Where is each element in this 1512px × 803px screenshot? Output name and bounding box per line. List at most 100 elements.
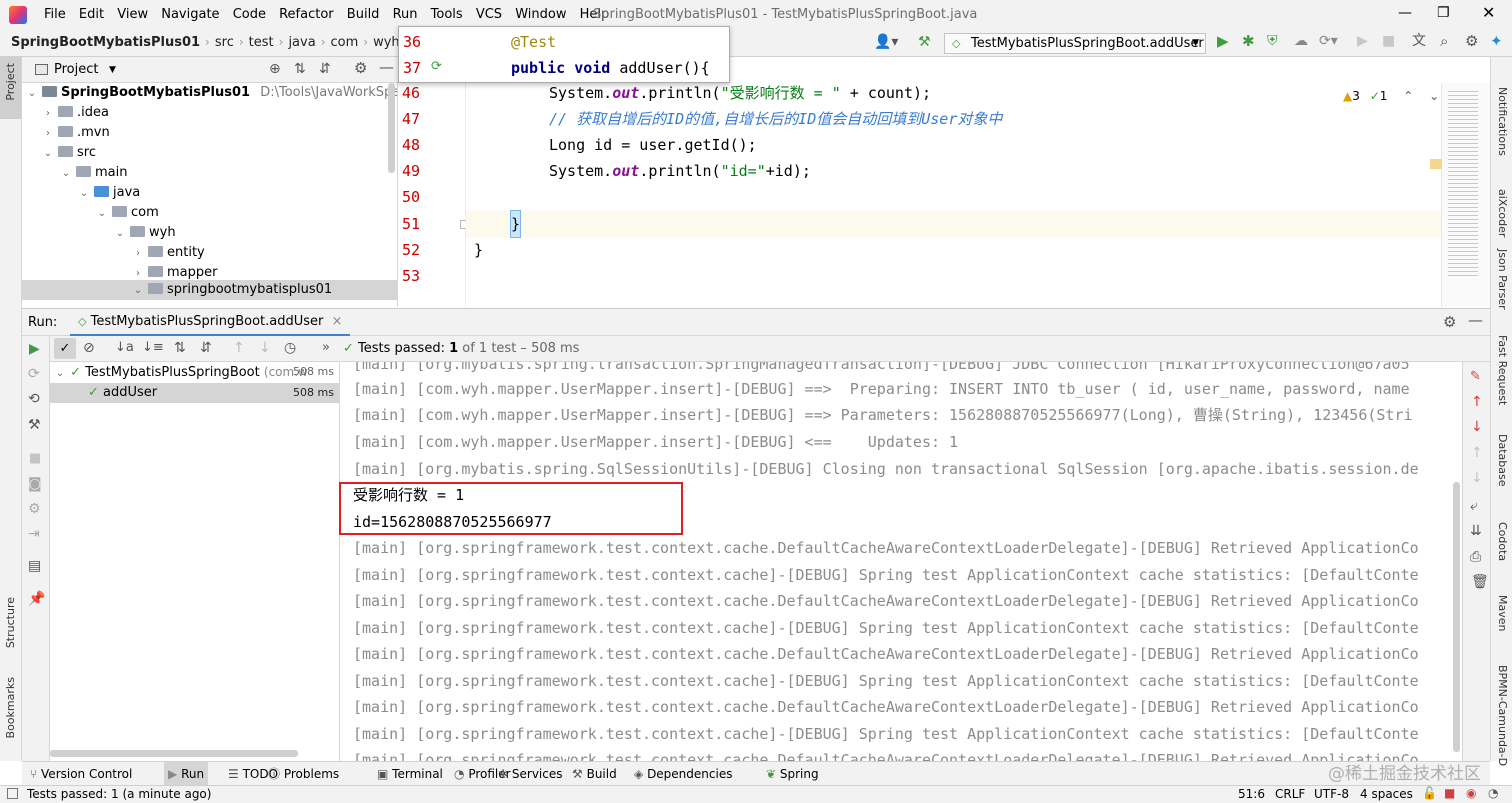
test-case-row[interactable]: ✓ addUser 508 ms bbox=[50, 383, 340, 403]
settings-icon[interactable]: ⚙ bbox=[1465, 34, 1478, 49]
maximize-icon[interactable]: ❐ bbox=[1437, 6, 1450, 20]
vertical-scrollbar[interactable] bbox=[388, 83, 395, 173]
tab-build[interactable]: ⚒ Build bbox=[572, 762, 617, 786]
menu-navigate[interactable]: Navigate bbox=[161, 0, 219, 30]
coverage-icon[interactable]: ⛨ bbox=[1267, 34, 1278, 48]
indent-setting[interactable]: 4 spaces bbox=[1360, 787, 1413, 801]
memory-icon[interactable]: ◉ bbox=[1466, 787, 1476, 799]
run-tab[interactable]: ◇ TestMybatisPlusSpringBoot.addUser × bbox=[70, 309, 351, 337]
wrench-icon[interactable]: ⚒ bbox=[28, 418, 41, 432]
caret-position[interactable]: 51:6 bbox=[1238, 787, 1265, 801]
print-icon[interactable]: ⎙ bbox=[1470, 550, 1481, 564]
tree-item-entity[interactable]: › entity bbox=[22, 243, 397, 263]
stop-icon[interactable]: ■ bbox=[29, 452, 41, 465]
camera-icon[interactable]: ◙ bbox=[28, 477, 42, 491]
tab-services[interactable]: ✲ Services bbox=[498, 762, 563, 786]
show-passed-toggle[interactable]: ✓ bbox=[54, 338, 76, 359]
stop-icon[interactable]: ■ bbox=[1382, 34, 1395, 48]
sort-duration-icon[interactable]: ↓≡ bbox=[142, 341, 164, 354]
breadcrumb-project[interactable]: SpringBootMybatisPlus01 bbox=[11, 30, 200, 56]
tree-item-src[interactable]: ⌄ src bbox=[22, 143, 397, 163]
history-icon[interactable]: ◷ bbox=[284, 341, 296, 355]
breadcrumb-java[interactable]: java bbox=[288, 30, 315, 56]
arrow-up-icon[interactable]: ↑ bbox=[233, 341, 245, 355]
breadcrumb-src[interactable]: src bbox=[215, 30, 234, 56]
arrow-down-icon[interactable]: ↓ bbox=[1471, 420, 1483, 434]
expand-all-icon[interactable]: ⇅ bbox=[294, 62, 306, 76]
locate-icon[interactable]: ⊕ bbox=[269, 62, 281, 76]
tab-run[interactable]: ▶ Run bbox=[164, 762, 209, 786]
layout-icon[interactable]: ▤ bbox=[28, 559, 41, 573]
arrow-up-icon[interactable]: ↑ bbox=[1471, 395, 1483, 409]
lock-icon[interactable]: 🔓 bbox=[1422, 787, 1437, 799]
codota-tool-tab[interactable]: Codota bbox=[1496, 522, 1509, 561]
soft-wrap-icon[interactable]: ⤶ bbox=[1470, 499, 1478, 513]
show-ignored-icon[interactable]: ⊘ bbox=[83, 341, 95, 355]
close-tab-icon[interactable]: × bbox=[332, 314, 343, 329]
user-icon[interactable]: 👤▾ bbox=[874, 35, 898, 49]
plugin-icon[interactable]: ✦ bbox=[1490, 34, 1503, 49]
structure-tool-tab[interactable]: Structure bbox=[4, 597, 17, 648]
tree-item-mvn[interactable]: › .mvn bbox=[22, 123, 397, 143]
settings-icon[interactable]: ⚙ bbox=[28, 502, 41, 516]
breadcrumb-wyh[interactable]: wyh bbox=[373, 30, 400, 56]
line-separator[interactable]: CRLF bbox=[1275, 787, 1305, 801]
run-gutter-icon[interactable]: ⟳ bbox=[431, 60, 442, 73]
arrow-down-icon[interactable]: ↓ bbox=[259, 341, 271, 355]
maven-tool-tab[interactable]: Maven bbox=[1496, 595, 1509, 631]
collapse-all-icon[interactable]: ⇵ bbox=[319, 62, 331, 76]
notification-icon[interactable]: ◔ bbox=[1488, 787, 1498, 799]
search-icon[interactable]: ⌕ bbox=[1440, 34, 1448, 49]
profiler-icon[interactable]: ☁ bbox=[1294, 34, 1308, 48]
translate-icon[interactable]: 文 bbox=[1412, 34, 1426, 48]
test-suite-row[interactable]: ⌄ ✓ TestMybatisPlusSpringBoot (com.w 508… bbox=[50, 362, 340, 382]
code-minimap[interactable] bbox=[1430, 83, 1490, 307]
pin-icon[interactable]: 📌 bbox=[28, 592, 45, 606]
clear-icon[interactable]: ✎ bbox=[1470, 370, 1481, 383]
tab-dependencies[interactable]: ◈ Dependencies bbox=[634, 762, 732, 786]
aixcoder-tool-tab[interactable]: aiXcoder bbox=[1496, 189, 1509, 237]
tab-spring[interactable]: ❦ Spring bbox=[766, 762, 819, 786]
code-editor[interactable]: System.out.println("受影响行数 = " + count); … bbox=[466, 83, 1441, 307]
breadcrumb-com[interactable]: com bbox=[331, 30, 359, 56]
console-output[interactable]: [main] [org.mybatis.spring.transaction.S… bbox=[340, 362, 1462, 761]
breadcrumb-test[interactable]: test bbox=[249, 30, 274, 56]
status-panel-icon[interactable] bbox=[7, 788, 18, 799]
minimize-icon[interactable]: — bbox=[1398, 6, 1412, 20]
hammer-icon[interactable]: ⚒ bbox=[918, 35, 931, 49]
tab-terminal[interactable]: ▣ Terminal bbox=[377, 762, 443, 786]
vertical-scrollbar[interactable] bbox=[1453, 482, 1460, 752]
bookmarks-tool-tab[interactable]: Bookmarks bbox=[4, 677, 17, 738]
error-icon[interactable]: ■ bbox=[1444, 787, 1455, 799]
hide-panel-icon[interactable]: — bbox=[1468, 313, 1483, 328]
menu-refactor[interactable]: Refactor bbox=[279, 0, 334, 30]
arrow-up-icon[interactable]: ↑ bbox=[1471, 446, 1483, 460]
gear-icon[interactable]: ⚙ bbox=[354, 61, 367, 76]
menu-build[interactable]: Build bbox=[347, 0, 380, 30]
update-icon[interactable]: ⟳▾ bbox=[1319, 34, 1338, 48]
trash-icon[interactable]: 🗑 bbox=[1471, 575, 1489, 589]
tab-problems[interactable]: ⓘ Problems bbox=[268, 762, 339, 786]
debug-icon[interactable]: ✱ bbox=[1242, 34, 1255, 49]
tree-item-springbootmybatisplus01[interactable]: ⌄ springbootmybatisplus01 bbox=[22, 280, 397, 300]
file-encoding[interactable]: UTF-8 bbox=[1314, 787, 1349, 801]
status-message[interactable]: Tests passed: 1 (a minute ago) bbox=[27, 787, 211, 801]
json-parser-tool-tab[interactable]: Json Parser bbox=[1496, 249, 1509, 310]
chevron-down-icon[interactable]: ▼ bbox=[109, 65, 116, 75]
run-config-select[interactable]: ◇ TestMybatisPlusSpringBoot.addUser ▼ bbox=[944, 33, 1206, 54]
gear-icon[interactable]: ⚙ bbox=[1443, 315, 1456, 330]
menu-file[interactable]: File bbox=[44, 0, 66, 30]
sort-alpha-icon[interactable]: ↓a bbox=[115, 341, 134, 354]
database-tool-tab[interactable]: Database bbox=[1496, 434, 1509, 487]
intellij-logo[interactable] bbox=[9, 6, 27, 24]
rerun-icon[interactable]: ▶ bbox=[29, 342, 40, 356]
notifications-tool-tab[interactable]: Notifications bbox=[1496, 87, 1509, 156]
more-icon[interactable]: » bbox=[322, 341, 330, 354]
bpmn-tool-tab[interactable]: BPMN-Camunda-D bbox=[1496, 665, 1509, 766]
tree-item-com[interactable]: ⌄ com bbox=[22, 203, 397, 223]
tree-item-java[interactable]: ⌄ java bbox=[22, 183, 397, 203]
collapse-all-icon[interactable]: ⇵ bbox=[200, 341, 212, 355]
tree-item-main[interactable]: ⌄ main bbox=[22, 163, 397, 183]
close-icon[interactable]: ✕ bbox=[1482, 5, 1495, 21]
inspections-widget[interactable]: ▲3 ✓1 ⌃ ⌄ bbox=[1343, 89, 1439, 103]
